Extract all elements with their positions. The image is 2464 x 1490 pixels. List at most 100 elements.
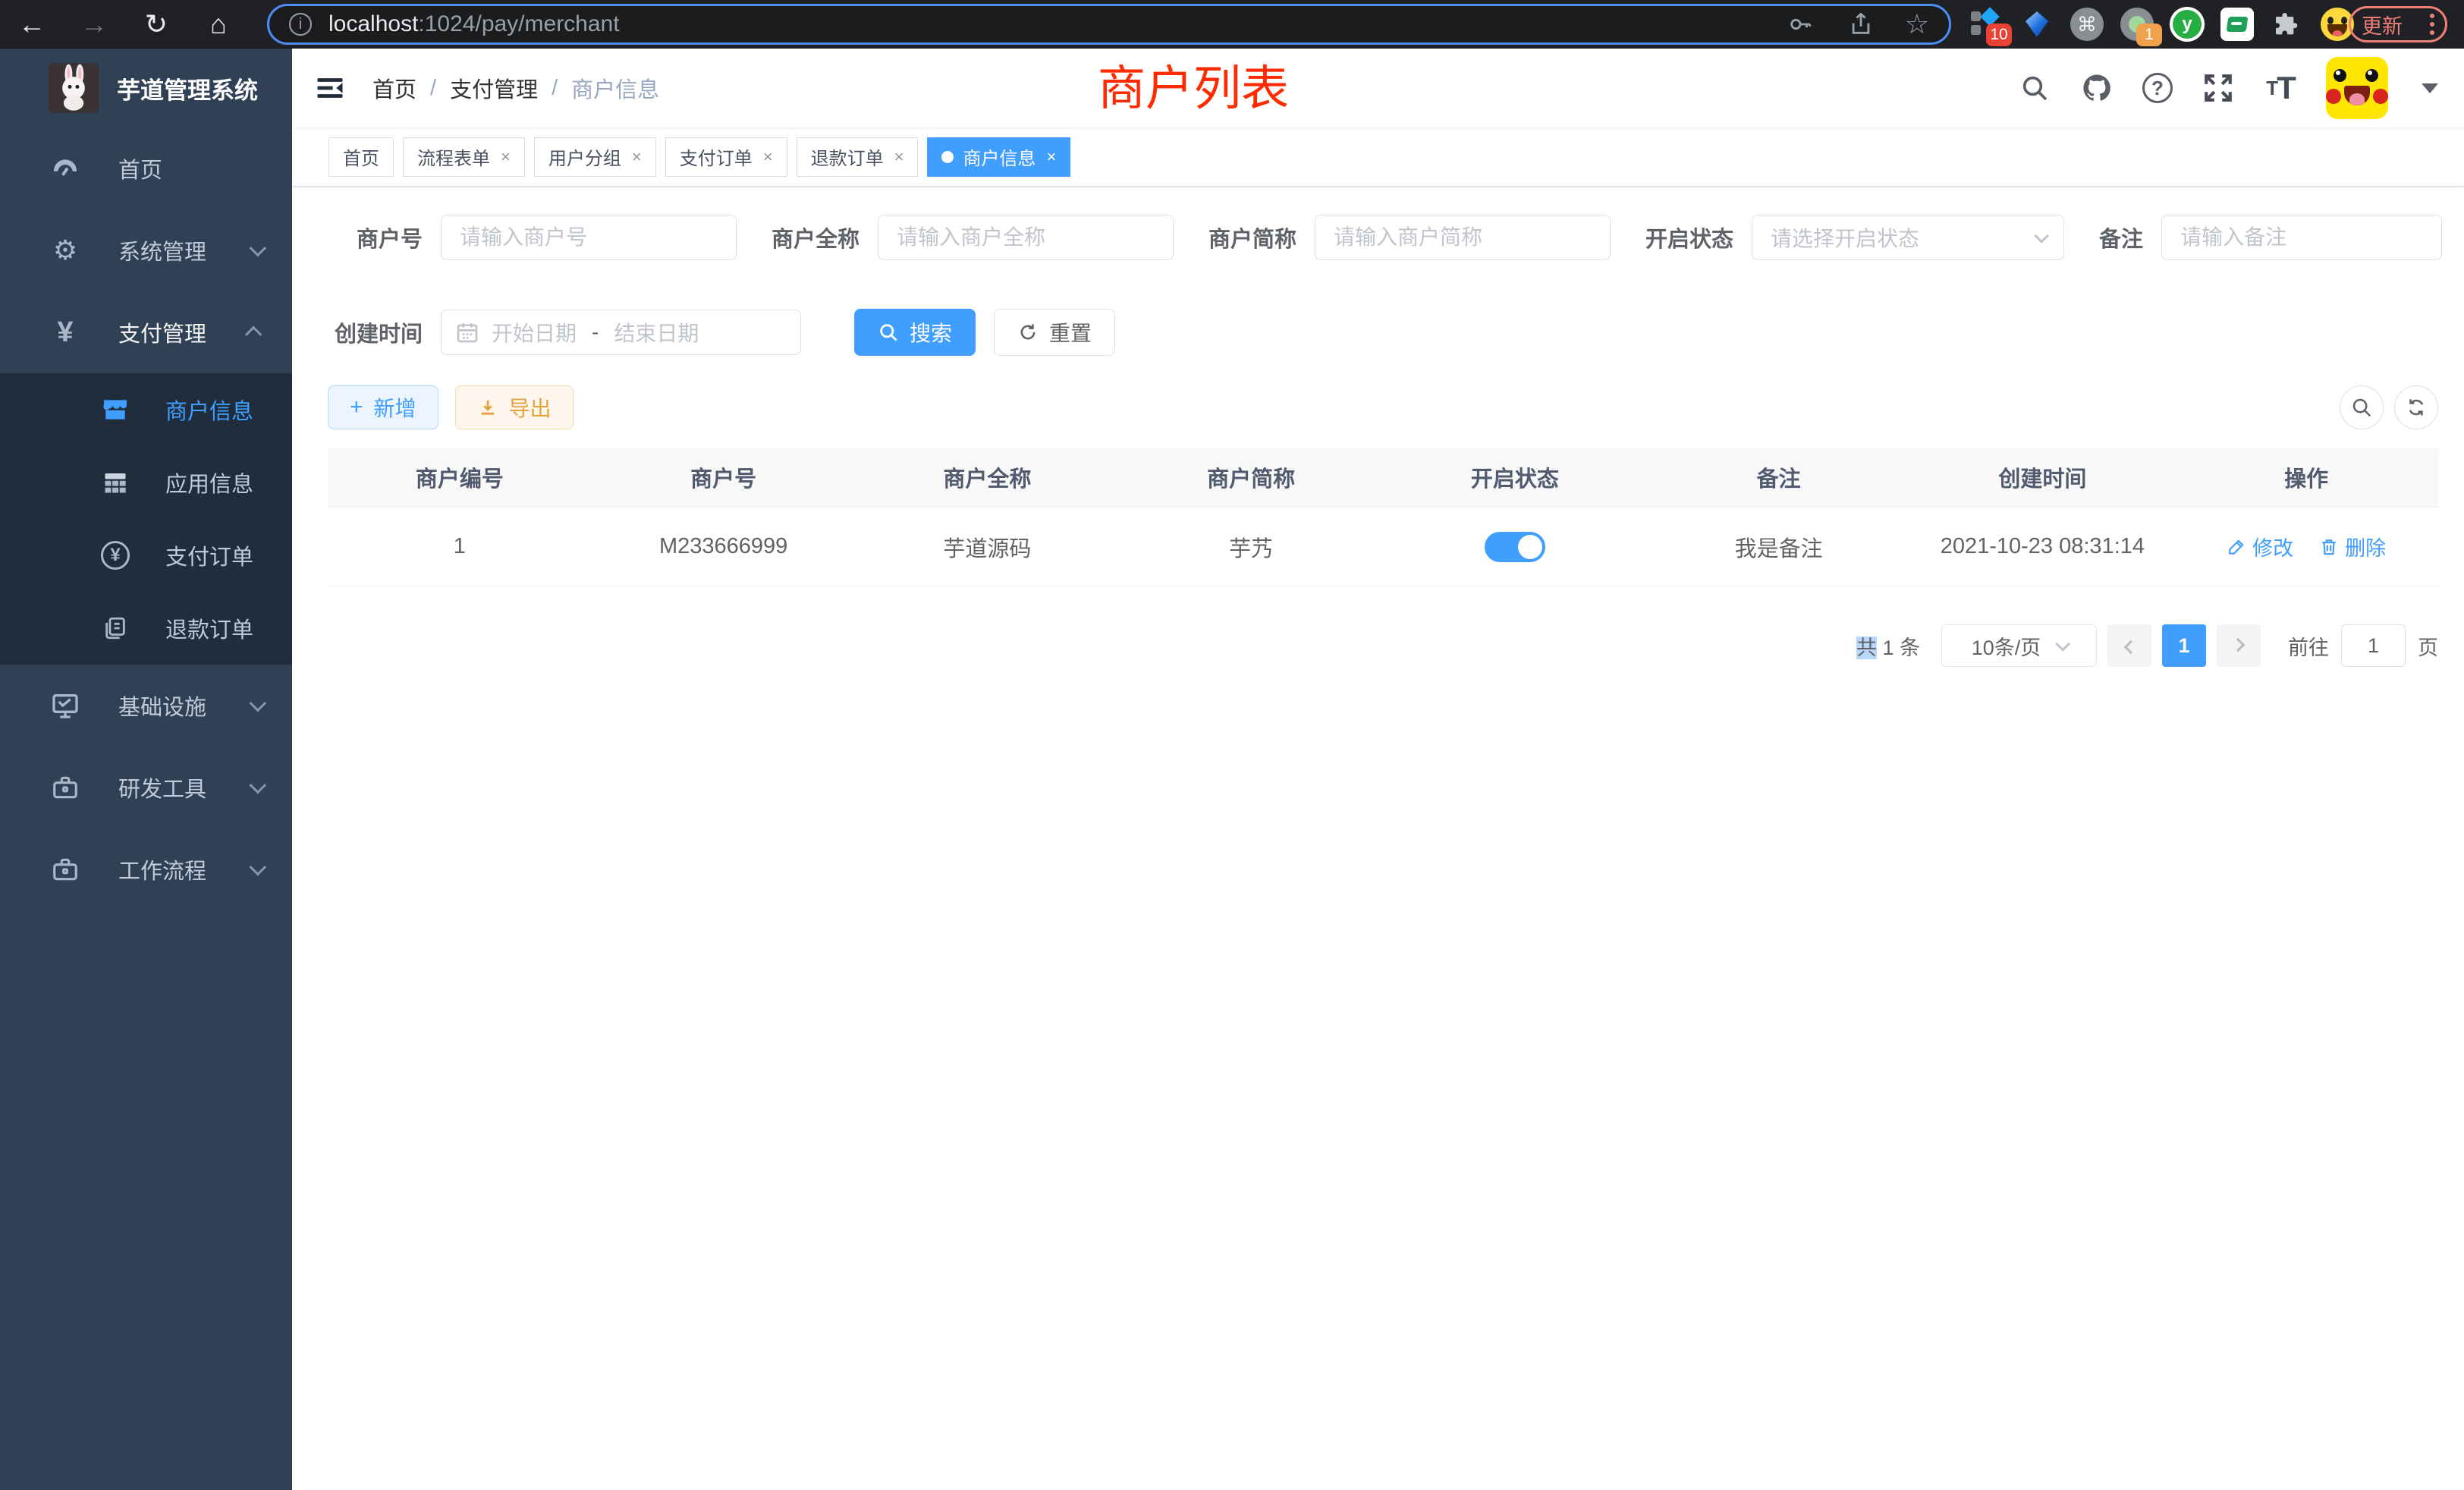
breadcrumb-current: 商户信息 [571,72,659,104]
toggle-search-button[interactable] [2340,385,2384,429]
app-logo-row[interactable]: 芋道管理系统 [0,49,292,127]
tab-process-form[interactable]: 流程表单× [403,137,525,177]
sidebar-item-infra[interactable]: 基础设施 [0,665,292,747]
export-button[interactable]: 导出 [455,385,574,429]
browser-home-icon[interactable]: ⌂ [197,0,240,49]
tab-user-group[interactable]: 用户分组× [534,137,656,177]
merchant-short-input[interactable] [1315,215,1611,260]
date-start-placeholder[interactable]: 开始日期 [492,317,577,347]
filter-label: 备注 [2099,222,2143,253]
status-toggle[interactable] [1485,532,1545,562]
tab-home[interactable]: 首页 [328,137,394,177]
date-range-picker[interactable]: 开始日期 - 结束日期 [441,310,801,355]
merchant-table: 商户编号 商户号 商户全称 商户简称 开启状态 备注 创建时间 操作 1 M23… [328,448,2438,586]
tab-close-icon[interactable]: × [632,147,642,167]
tab-label: 首页 [343,143,379,170]
yen-icon: ¥ [49,316,82,349]
next-page-button[interactable] [2217,624,2261,667]
sidebar-collapse-icon[interactable] [313,71,347,105]
col-remark: 备注 [1647,448,1911,507]
sidebar-subitem-pay-order[interactable]: ¥ 支付订单 [0,519,292,592]
remark-input[interactable] [2161,215,2442,260]
breadcrumb-home[interactable]: 首页 [372,72,416,104]
chevron-left-icon [2123,640,2137,653]
tab-close-icon[interactable]: × [501,147,511,167]
extension-tabs-icon[interactable]: 10 [1969,7,2004,42]
date-end-placeholder[interactable]: 结束日期 [614,317,699,347]
merchant-name-input[interactable] [878,215,1174,260]
sidebar-subitem-label: 支付订单 [165,539,253,571]
url-bar[interactable]: i localhost:1024/pay/merchant ☆ [267,4,1951,45]
main-area: 首页 / 支付管理 / 商户信息 ? TT [292,49,2464,1490]
goto-page-input[interactable] [2341,624,2406,667]
add-button-label: 新增 [374,392,416,423]
extension-pin-icon[interactable] [2019,7,2054,42]
github-icon[interactable] [2080,71,2114,105]
dashboard-icon [49,152,82,185]
help-icon[interactable]: ? [2142,73,2173,103]
sidebar-item-system[interactable]: ⚙ 系统管理 [0,209,292,291]
chevron-down-icon [250,695,267,712]
browser-menu-kebab-icon[interactable] [2430,14,2434,35]
font-size-icon[interactable]: TT [2264,71,2297,105]
sidebar-subitem-app-info[interactable]: 应用信息 [0,446,292,519]
edit-link-label: 修改 [2252,532,2293,561]
tab-pay-order[interactable]: 支付订单× [665,137,787,177]
url-text[interactable]: localhost:1024/pay/merchant [328,11,620,37]
refresh-table-button[interactable] [2394,385,2438,429]
reset-button[interactable]: 重置 [994,309,1115,356]
delete-link[interactable]: 删除 [2319,532,2386,561]
password-key-icon[interactable] [1784,8,1817,41]
browser-reload-icon[interactable]: ↻ [135,0,178,49]
extension-recorder-icon[interactable]: 1 [2120,7,2154,42]
tab-label: 商户信息 [963,143,1036,170]
extensions-puzzle-icon[interactable] [2270,7,2305,42]
user-avatar[interactable] [2326,57,2388,119]
table-row: 1 M233666999 芋道源码 芋艿 我是备注 2021-10-23 08:… [328,507,2438,586]
avatar-caret-icon[interactable] [2422,83,2438,93]
table-header-row: 商户编号 商户号 商户全称 商户简称 开启状态 备注 创建时间 操作 [328,448,2438,507]
status-select[interactable]: 请选择开启状态 [1752,215,2064,260]
browser-chrome: ← → ↻ ⌂ i localhost:1024/pay/merchant ☆ … [0,0,2464,49]
refresh-icon [1017,322,1039,343]
tab-close-icon[interactable]: × [1046,147,1056,167]
y-glyph: y [2173,10,2202,39]
bookmark-star-icon[interactable]: ☆ [1905,11,1929,38]
filter-label: 开启状态 [1645,222,1733,253]
browser-forward-icon[interactable]: → [73,0,115,49]
sidebar-subitem-merchant-info[interactable]: 商户信息 [0,373,292,446]
site-info-icon[interactable]: i [289,13,312,36]
page-unit-label: 页 [2418,631,2438,661]
merchant-no-input[interactable] [441,215,737,260]
page-1-button[interactable]: 1 [2162,624,2206,667]
fullscreen-icon[interactable] [2202,71,2235,105]
share-icon[interactable] [1844,8,1878,41]
chevron-right-icon [2230,637,2244,651]
browser-back-icon[interactable]: ← [11,0,53,49]
breadcrumb-pay[interactable]: 支付管理 [450,72,538,104]
sidebar-item-devtools[interactable]: 研发工具 [0,747,292,828]
extension-icons: 10 ⌘ 1 y [1969,0,2355,49]
sidebar-item-workflow[interactable]: 工作流程 [0,828,292,910]
prev-page-button[interactable] [2107,624,2151,667]
sidebar-item-pay[interactable]: ¥ 支付管理 [0,291,292,373]
cell-full-name: 芋道源码 [856,508,1120,586]
document-icon [99,611,132,645]
tab-refund-order[interactable]: 退款订单× [797,137,919,177]
add-button[interactable]: + 新增 [328,385,438,429]
header-search-icon[interactable] [2018,71,2051,105]
pagination-total-rest: 1 条 [1877,637,1920,659]
tab-close-icon[interactable]: × [894,147,904,167]
extension-chat-icon[interactable] [2220,7,2255,42]
page-size-select[interactable]: 10条/页 [1941,624,2097,667]
sidebar-subitem-refund-order[interactable]: 退款订单 [0,592,292,665]
sidebar-item-label: 工作流程 [118,853,206,885]
browser-update-button[interactable]: 更新 [2349,6,2447,42]
edit-link[interactable]: 修改 [2227,532,2293,561]
search-button[interactable]: 搜索 [854,309,976,356]
tab-merchant-info[interactable]: 商户信息 × [927,137,1070,177]
extension-y-icon[interactable]: y [2170,7,2205,42]
tab-close-icon[interactable]: × [763,147,773,167]
extension-command-icon[interactable]: ⌘ [2070,7,2104,42]
sidebar-item-home[interactable]: 首页 [0,127,292,209]
